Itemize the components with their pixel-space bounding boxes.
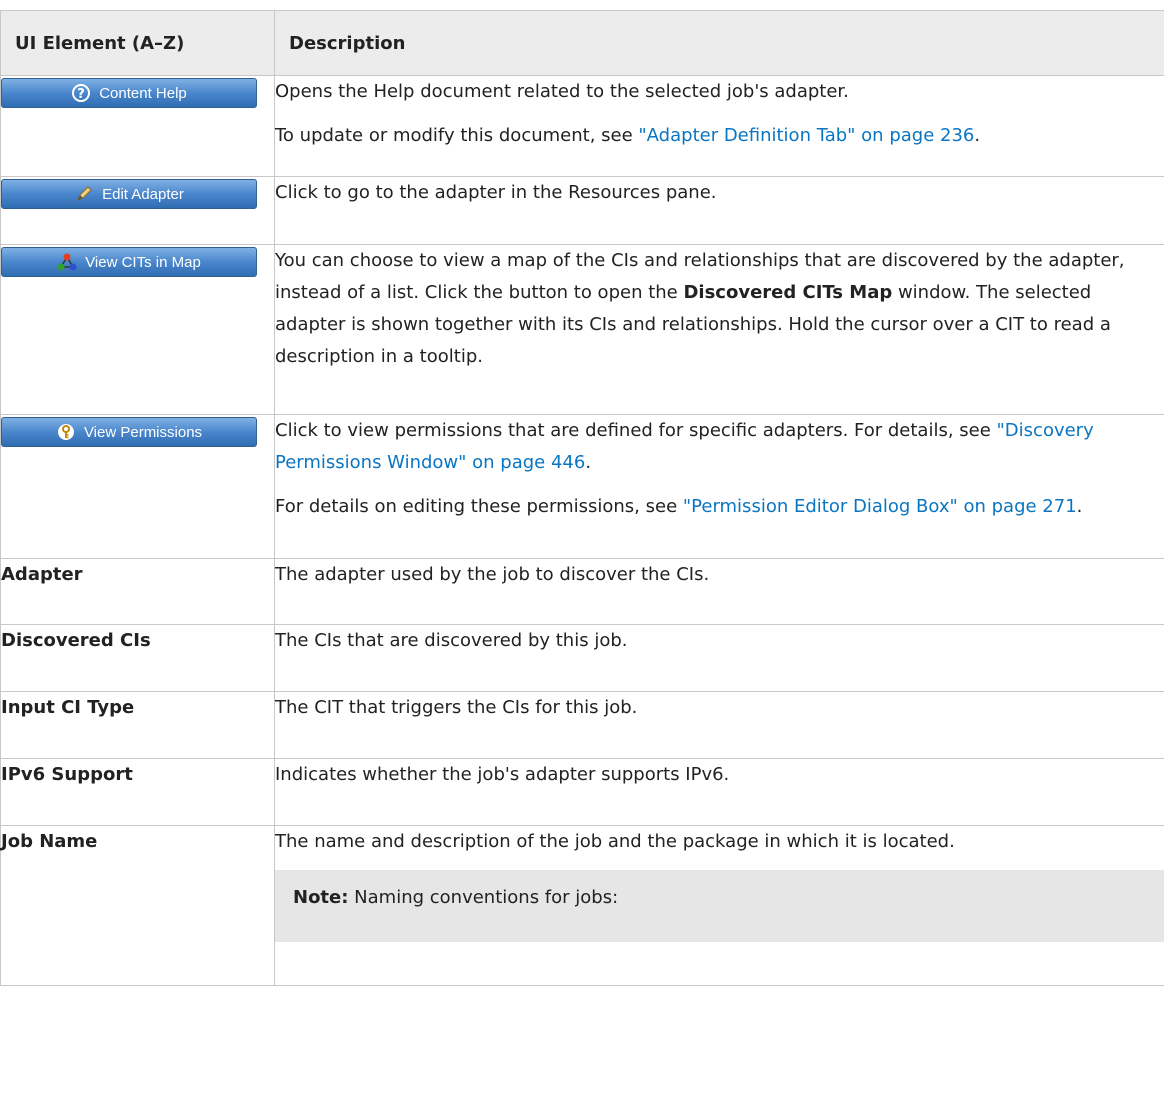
description-text: Indicates whether the job's adapter supp…	[274, 758, 1164, 826]
table-row: Job Name The name and description of the…	[0, 825, 1164, 986]
discovered-cits-map-term: Discovered CITs Map	[683, 282, 893, 303]
table-header-row: UI Element (A–Z) Description	[0, 10, 1164, 76]
description-text: Click to view permissions that are defin…	[275, 420, 1094, 473]
description-text: You can choose to view a map of the CIs …	[275, 250, 1125, 367]
description-text: The CIT that triggers the CIs for this j…	[274, 691, 1164, 759]
description-cell: Click to go to the adapter in the Resour…	[274, 176, 1164, 245]
map-icon	[57, 253, 77, 271]
key-icon	[57, 424, 74, 440]
view-permissions-button[interactable]: View Permissions	[1, 417, 257, 447]
table-row: Adapter The adapter used by the job to d…	[0, 558, 1164, 625]
help-icon: ?	[72, 84, 91, 102]
table-row: IPv6 Support Indicates whether the job's…	[0, 758, 1164, 826]
description-cell: The name and description of the job and …	[274, 825, 1164, 986]
table-row: Edit Adapter Click to go to the adapter …	[0, 176, 1164, 245]
button-label: Content Help	[99, 84, 187, 102]
description-cell: Click to view permissions that are defin…	[274, 414, 1164, 559]
table-row: ? Content Help Opens the Help document r…	[0, 75, 1164, 177]
term-job-name: Job Name	[0, 825, 275, 986]
description-text: Opens the Help document related to the s…	[275, 81, 849, 102]
description-text: For details on editing these permissions…	[275, 496, 1083, 517]
description-cell: Opens the Help document related to the s…	[274, 75, 1164, 177]
button-label: Edit Adapter	[102, 185, 184, 203]
edit-adapter-button[interactable]: Edit Adapter	[1, 179, 257, 209]
table-row: View Permissions Click to view permissio…	[0, 414, 1164, 559]
svg-text:?: ?	[77, 87, 85, 102]
term-discovered-cis: Discovered CIs	[0, 624, 275, 692]
ui-elements-table: UI Element (A–Z) Description ? Content H…	[0, 10, 1164, 986]
column-header-description: Description	[274, 10, 1164, 76]
note-text: Naming conventions for jobs:	[348, 887, 619, 908]
button-label: View CITs in Map	[85, 253, 201, 271]
description-text: The adapter used by the job to discover …	[274, 558, 1164, 625]
pencil-icon	[77, 186, 92, 201]
ui-element-cell: ? Content Help	[0, 75, 275, 177]
view-cits-in-map-button[interactable]: View CITs in Map	[1, 247, 257, 277]
note-label: Note:	[293, 887, 349, 908]
description-text: The CIs that are discovered by this job.	[274, 624, 1164, 692]
table-row: View CITs in Map You can choose to view …	[0, 244, 1164, 415]
description-text: The name and description of the job and …	[275, 831, 955, 852]
table-row: Discovered CIs The CIs that are discover…	[0, 624, 1164, 692]
adapter-definition-tab-link[interactable]: "Adapter Definition Tab" on page 236	[638, 125, 974, 146]
ui-element-cell: Edit Adapter	[0, 176, 275, 245]
button-label: View Permissions	[83, 423, 203, 441]
table-row: Input CI Type The CIT that triggers the …	[0, 691, 1164, 759]
term-ipv6-support: IPv6 Support	[0, 758, 275, 826]
description-cell: You can choose to view a map of the CIs …	[274, 244, 1164, 415]
term-adapter: Adapter	[0, 558, 275, 625]
note-box: Note: Naming conventions for jobs:	[275, 870, 1164, 942]
ui-element-cell: View CITs in Map	[0, 244, 275, 415]
description-text: To update or modify this document, see "…	[275, 125, 981, 146]
ui-element-cell: View Permissions	[0, 414, 275, 559]
description-text: Click to go to the adapter in the Resour…	[275, 182, 717, 203]
content-help-button[interactable]: ? Content Help	[1, 78, 257, 108]
term-input-ci-type: Input CI Type	[0, 691, 275, 759]
permission-editor-dialog-box-link[interactable]: "Permission Editor Dialog Box" on page 2…	[683, 496, 1077, 517]
column-header-ui-element: UI Element (A–Z)	[0, 10, 275, 76]
